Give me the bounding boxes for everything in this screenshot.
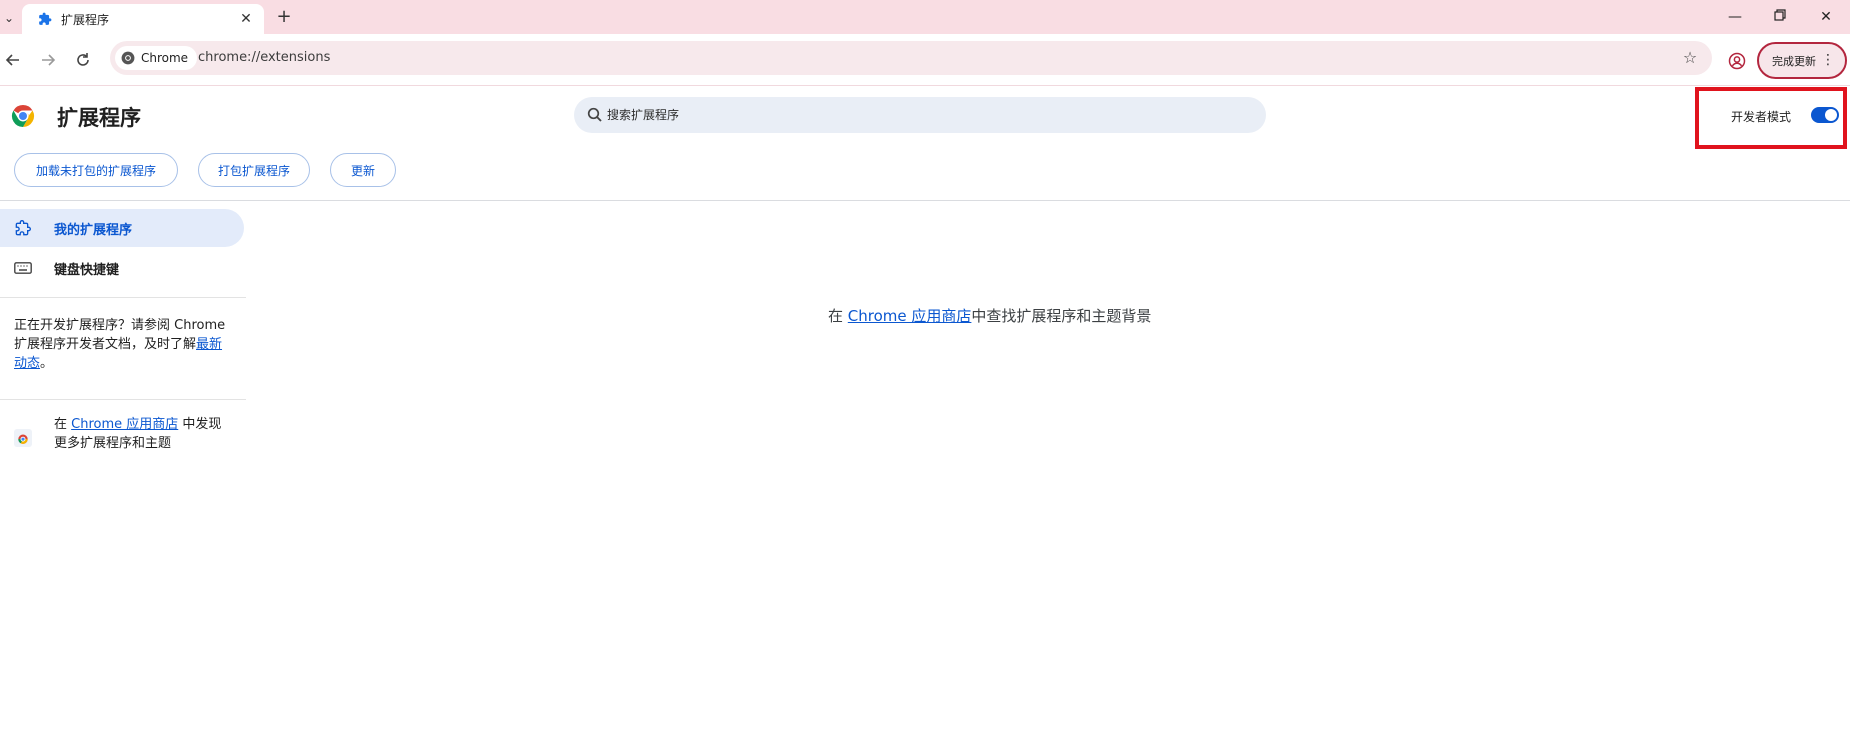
tab-close-icon[interactable]: ✕ [238, 11, 254, 27]
profile-avatar-icon[interactable] [1726, 50, 1748, 72]
window-close-icon[interactable]: ✕ [1817, 8, 1835, 26]
finish-update-label: 完成更新 [1772, 54, 1816, 68]
sidebar-item-label: 键盘快捷键 [54, 262, 120, 278]
tab-strip: ⌄ 扩展程序 ✕ + — ✕ [0, 0, 1850, 34]
reload-icon[interactable] [72, 49, 94, 71]
sidebar-divider [0, 399, 246, 400]
back-arrow-icon[interactable] [2, 49, 24, 71]
search-icon [586, 106, 604, 124]
new-tab-plus-icon[interactable]: + [274, 7, 294, 27]
empty-state-suffix: 中查找扩展程序和主题背景 [971, 307, 1152, 325]
toggle-knob [1825, 109, 1837, 121]
chrome-logo-icon [11, 104, 35, 128]
page-title: 扩展程序 [57, 106, 141, 130]
webstore-promo: 在 Chrome 应用商店 中发现更多扩展程序和主题 [0, 415, 246, 455]
restore-icon[interactable] [1771, 8, 1789, 26]
sidebar-item-my-extensions[interactable]: 我的扩展程序 [0, 209, 244, 247]
sidebar-item-keyboard-shortcuts[interactable]: 键盘快捷键 [0, 249, 244, 287]
sidebar-item-label: 我的扩展程序 [54, 222, 133, 238]
empty-state-message: 在 Chrome 应用商店中查找扩展程序和主题背景 [828, 305, 1151, 326]
keyboard-icon [14, 259, 32, 277]
empty-state-prefix: 在 [828, 307, 848, 325]
developer-docs-text-end: 。 [40, 356, 54, 371]
url-text[interactable]: chrome://extensions [198, 50, 330, 65]
tab-extensions[interactable]: 扩展程序 ✕ [22, 4, 264, 34]
sidebar: 我的扩展程序 键盘快捷键 正在开发扩展程序？请参阅 Chrome 扩展程序开发者… [0, 201, 246, 740]
chrome-logo-icon [121, 51, 135, 65]
puzzle-icon [38, 12, 52, 26]
developer-actions-bar: 加载未打包的扩展程序 打包扩展程序 更新 [0, 153, 1850, 201]
update-button[interactable]: 更新 [330, 153, 396, 187]
finish-update-button[interactable]: 完成更新 ⋮ [1757, 42, 1847, 79]
developer-docs-note: 正在开发扩展程序？请参阅 Chrome 扩展程序开发者文档，及时了解最新动态。 [14, 316, 234, 373]
extensions-header: 扩展程序 开发者模式 [0, 87, 1850, 149]
webstore-prefix: 在 [54, 417, 72, 432]
extension-icon [14, 219, 32, 237]
minimize-icon[interactable]: — [1726, 8, 1744, 26]
forward-arrow-icon[interactable] [37, 49, 59, 71]
bookmark-star-icon[interactable]: ☆ [1680, 48, 1700, 68]
developer-mode-label: 开发者模式 [1731, 110, 1792, 124]
more-menu-icon[interactable]: ⋮ [1821, 51, 1835, 69]
pack-extension-button[interactable]: 打包扩展程序 [198, 153, 310, 187]
webstore-promo-text: 在 Chrome 应用商店 中发现更多扩展程序和主题 [54, 415, 234, 453]
developer-docs-text: 正在开发扩展程序？请参阅 Chrome 扩展程序开发者文档，及时了解 [14, 318, 226, 352]
site-chip[interactable]: Chrome [115, 46, 198, 70]
search-input[interactable] [607, 104, 1247, 126]
address-bar[interactable]: Chrome chrome://extensions ☆ [110, 41, 1712, 75]
browser-toolbar: Chrome chrome://extensions ☆ 完成更新 ⋮ [0, 34, 1850, 86]
main-webstore-link[interactable]: Chrome 应用商店 [848, 307, 972, 325]
site-chip-label: Chrome [141, 51, 189, 65]
tab-search-chevron-icon[interactable]: ⌄ [0, 8, 18, 28]
chrome-webstore-icon [14, 429, 32, 447]
load-unpacked-button[interactable]: 加载未打包的扩展程序 [14, 153, 178, 187]
sidebar-divider [0, 297, 246, 298]
sidebar-webstore-link[interactable]: Chrome 应用商店 [71, 417, 178, 432]
tab-title: 扩展程序 [61, 12, 110, 27]
search-extensions-box[interactable] [574, 97, 1266, 133]
developer-mode-toggle[interactable] [1811, 107, 1839, 123]
